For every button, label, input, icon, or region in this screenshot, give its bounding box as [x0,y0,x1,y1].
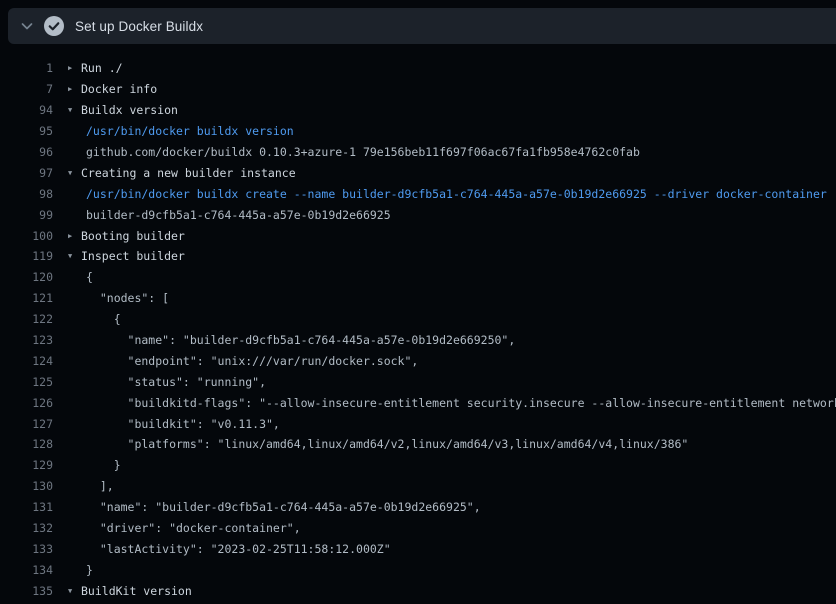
group-toggle-icon[interactable]: ▼ [68,252,81,260]
line-number[interactable]: 130 [0,479,53,493]
log-text: } [86,563,93,577]
log-text: } [86,458,121,472]
log-group-row[interactable]: 94 ▼ Buildx version [0,100,836,121]
log-text: /usr/bin/docker buildx create --name bui… [86,187,827,201]
group-toggle-icon[interactable]: ▼ [68,106,81,114]
group-toggle-icon[interactable]: ▶ [68,85,81,93]
log-line-row: 133 "lastActivity": "2023-02-25T11:58:12… [0,538,836,559]
log-text: ], [86,479,114,493]
log-line-row: 127 "buildkit": "v0.11.3", [0,413,836,434]
log-text: builder-d9cfb5a1-c764-445a-a57e-0b19d2e6… [86,208,391,222]
line-number[interactable]: 125 [0,375,53,389]
line-number[interactable]: 98 [0,187,53,201]
log-text: github.com/docker/buildx 0.10.3+azure-1 … [86,145,640,159]
log-line-row: 126 "buildkitd-flags": "--allow-insecure… [0,392,836,413]
log-text: Run ./ [81,61,123,75]
group-toggle-icon[interactable]: ▶ [68,64,81,72]
log-lines-container: 1 ▶ Run ./ 7 ▶ Docker info 94 ▼ Buildx v… [0,58,836,604]
line-number[interactable]: 124 [0,354,53,368]
log-line-row: 95 /usr/bin/docker buildx version [0,121,836,142]
line-number[interactable]: 120 [0,270,53,284]
log-text: "platforms": "linux/amd64,linux/amd64/v2… [86,437,688,451]
chevron-down-icon[interactable] [19,18,35,34]
log-text: Creating a new builder instance [81,166,296,180]
log-line-row: 99 builder-d9cfb5a1-c764-445a-a57e-0b19d… [0,204,836,225]
line-number[interactable]: 126 [0,396,53,410]
log-text: Booting builder [81,229,185,243]
log-text: "endpoint": "unix:///var/run/docker.sock… [86,354,418,368]
line-number[interactable]: 128 [0,437,53,451]
check-circle-icon [44,16,64,36]
line-number[interactable]: 7 [0,82,53,96]
log-group-row[interactable]: 97 ▼ Creating a new builder instance [0,162,836,183]
line-number[interactable]: 96 [0,145,53,159]
line-number[interactable]: 100 [0,229,53,243]
line-number[interactable]: 99 [0,208,53,222]
line-number[interactable]: 119 [0,249,53,263]
log-group-row[interactable]: 1 ▶ Run ./ [0,58,836,79]
line-number[interactable]: 123 [0,333,53,347]
line-number[interactable]: 1 [0,61,53,75]
log-line-row: 134 } [0,559,836,580]
log-group-row[interactable]: 100 ▶ Booting builder [0,225,836,246]
log-text: "lastActivity": "2023-02-25T11:58:12.000… [86,542,391,556]
line-number[interactable]: 135 [0,584,53,598]
log-line-row: 120 { [0,267,836,288]
log-text: "name": "builder-d9cfb5a1-c764-445a-a57e… [86,500,481,514]
chevron-down-glyph [19,18,35,34]
log-line-row: 124 "endpoint": "unix:///var/run/docker.… [0,350,836,371]
log-text: "buildkit": "v0.11.3", [86,417,280,431]
log-line-row: 96 github.com/docker/buildx 0.10.3+azure… [0,142,836,163]
log-line-row: 125 "status": "running", [0,371,836,392]
log-text: Inspect builder [81,249,185,263]
log-line-row: 122 { [0,309,836,330]
line-number[interactable]: 95 [0,124,53,138]
line-number[interactable]: 122 [0,312,53,326]
log-text: { [86,270,93,284]
log-group-row[interactable]: 7 ▶ Docker info [0,79,836,100]
line-number[interactable]: 134 [0,563,53,577]
group-toggle-icon[interactable]: ▼ [68,587,81,595]
log-text: Buildx version [81,103,178,117]
line-number[interactable]: 131 [0,500,53,514]
log-text: "name": "builder-d9cfb5a1-c764-445a-a57e… [86,333,515,347]
check-circle-glyph [44,16,64,36]
actions-log-viewer: Set up Docker Buildx 1 ▶ Run ./ 7 ▶ Dock… [0,0,836,604]
line-number[interactable]: 133 [0,542,53,556]
log-line-row: 131 "name": "builder-d9cfb5a1-c764-445a-… [0,497,836,518]
log-line-row: 129 } [0,455,836,476]
log-line-row: 123 "name": "builder-d9cfb5a1-c764-445a-… [0,330,836,351]
log-text: Docker info [81,82,157,96]
log-line-row: 132 "driver": "docker-container", [0,518,836,539]
line-number[interactable]: 121 [0,291,53,305]
log-group-row[interactable]: 135 ▼ BuildKit version [0,580,836,601]
log-text: "nodes": [ [86,291,169,305]
log-group-row[interactable]: 119 ▼ Inspect builder [0,246,836,267]
line-number[interactable]: 94 [0,103,53,117]
log-text: "buildkitd-flags": "--allow-insecure-ent… [86,396,836,410]
group-toggle-icon[interactable]: ▶ [68,232,81,240]
log-line-row: 130 ], [0,476,836,497]
log-line-row: 98 /usr/bin/docker buildx create --name … [0,183,836,204]
log-text: /usr/bin/docker buildx version [86,124,294,138]
log-text: BuildKit version [81,584,192,598]
step-title: Set up Docker Buildx [75,19,203,34]
log-text: "driver": "docker-container", [86,521,301,535]
line-number[interactable]: 132 [0,521,53,535]
group-toggle-icon[interactable]: ▼ [68,169,81,177]
line-number[interactable]: 97 [0,166,53,180]
log-text: { [86,312,121,326]
log-text: "status": "running", [86,375,266,389]
log-line-row: 121 "nodes": [ [0,288,836,309]
log-line-row: 128 "platforms": "linux/amd64,linux/amd6… [0,434,836,455]
line-number[interactable]: 127 [0,417,53,431]
step-header-set-up-docker-buildx[interactable]: Set up Docker Buildx [8,8,836,44]
line-number[interactable]: 129 [0,458,53,472]
